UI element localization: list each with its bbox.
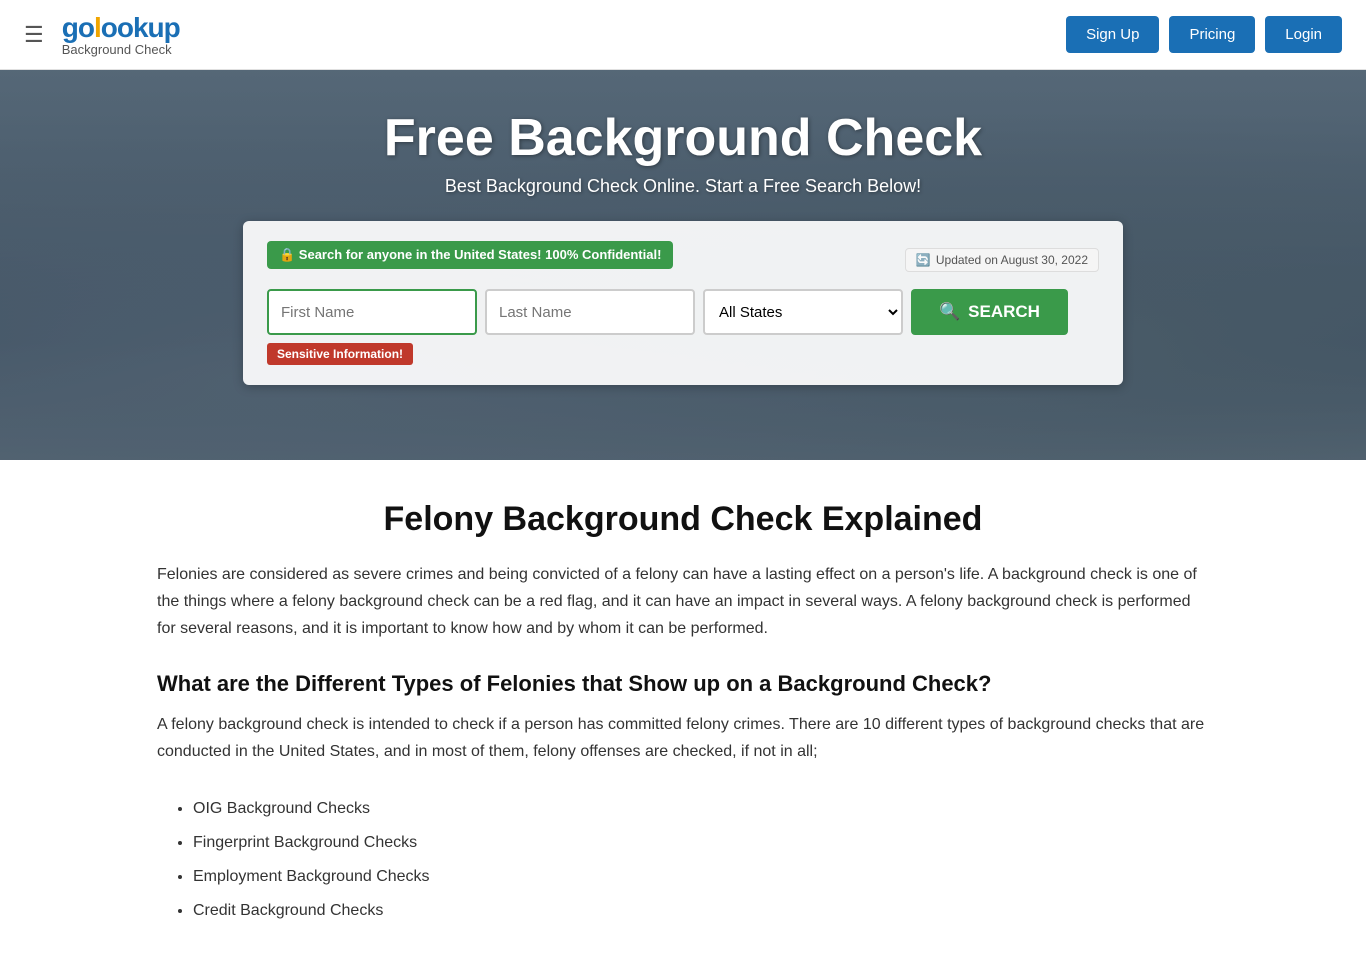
list-item: Employment Background Checks <box>193 861 1209 893</box>
types-paragraph: A felony background check is intended to… <box>157 711 1209 765</box>
hero-content: Free Background Check Best Background Ch… <box>0 108 1366 385</box>
updated-badge: 🔄 Updated on August 30, 2022 <box>905 248 1099 272</box>
section-title: Felony Background Check Explained <box>157 500 1209 539</box>
hero-title: Free Background Check <box>384 108 982 168</box>
search-banner: 🔒 Search for anyone in the United States… <box>267 241 673 269</box>
list-item: OIG Background Checks <box>193 793 1209 825</box>
main-content: Felony Background Check Explained Feloni… <box>133 460 1233 969</box>
hamburger-menu-icon[interactable]: ☰ <box>24 22 44 48</box>
sensitive-badge: Sensitive Information! <box>267 343 413 365</box>
search-button[interactable]: 🔍 SEARCH <box>911 289 1068 335</box>
search-icon: 🔍 <box>939 302 960 322</box>
logo: golookup Background Check <box>62 12 180 57</box>
updated-text: Updated on August 30, 2022 <box>936 253 1088 267</box>
logo-eye: l <box>94 12 101 43</box>
logo-ookup: ookup <box>101 12 180 43</box>
search-top-row: 🔒 Search for anyone in the United States… <box>267 241 1099 279</box>
search-label: SEARCH <box>968 302 1040 322</box>
hero-section: Free Background Check Best Background Ch… <box>0 70 1366 460</box>
logo-text: golookup <box>62 12 180 44</box>
state-select[interactable]: All StatesAlabamaAlaskaArizonaArkansasCa… <box>703 289 903 335</box>
header-nav: Sign Up Pricing Login <box>1066 16 1342 53</box>
first-name-input[interactable] <box>267 289 477 335</box>
felony-types-list: OIG Background ChecksFingerprint Backgro… <box>157 793 1209 927</box>
list-item: Credit Background Checks <box>193 895 1209 927</box>
login-button[interactable]: Login <box>1265 16 1342 53</box>
header-left: ☰ golookup Background Check <box>24 12 180 57</box>
site-header: ☰ golookup Background Check Sign Up Pric… <box>0 0 1366 70</box>
hero-subtitle: Best Background Check Online. Start a Fr… <box>445 176 921 197</box>
subsection-title: What are the Different Types of Felonies… <box>157 671 1209 697</box>
list-item: Fingerprint Background Checks <box>193 827 1209 859</box>
pricing-button[interactable]: Pricing <box>1169 16 1255 53</box>
signup-button[interactable]: Sign Up <box>1066 16 1159 53</box>
search-inputs: All StatesAlabamaAlaskaArizonaArkansasCa… <box>267 289 1099 335</box>
refresh-icon: 🔄 <box>916 253 931 267</box>
search-box: 🔒 Search for anyone in the United States… <box>243 221 1123 385</box>
logo-subtitle: Background Check <box>62 42 180 57</box>
logo-go: go <box>62 12 94 43</box>
last-name-input[interactable] <box>485 289 695 335</box>
intro-paragraph: Felonies are considered as severe crimes… <box>157 561 1209 643</box>
